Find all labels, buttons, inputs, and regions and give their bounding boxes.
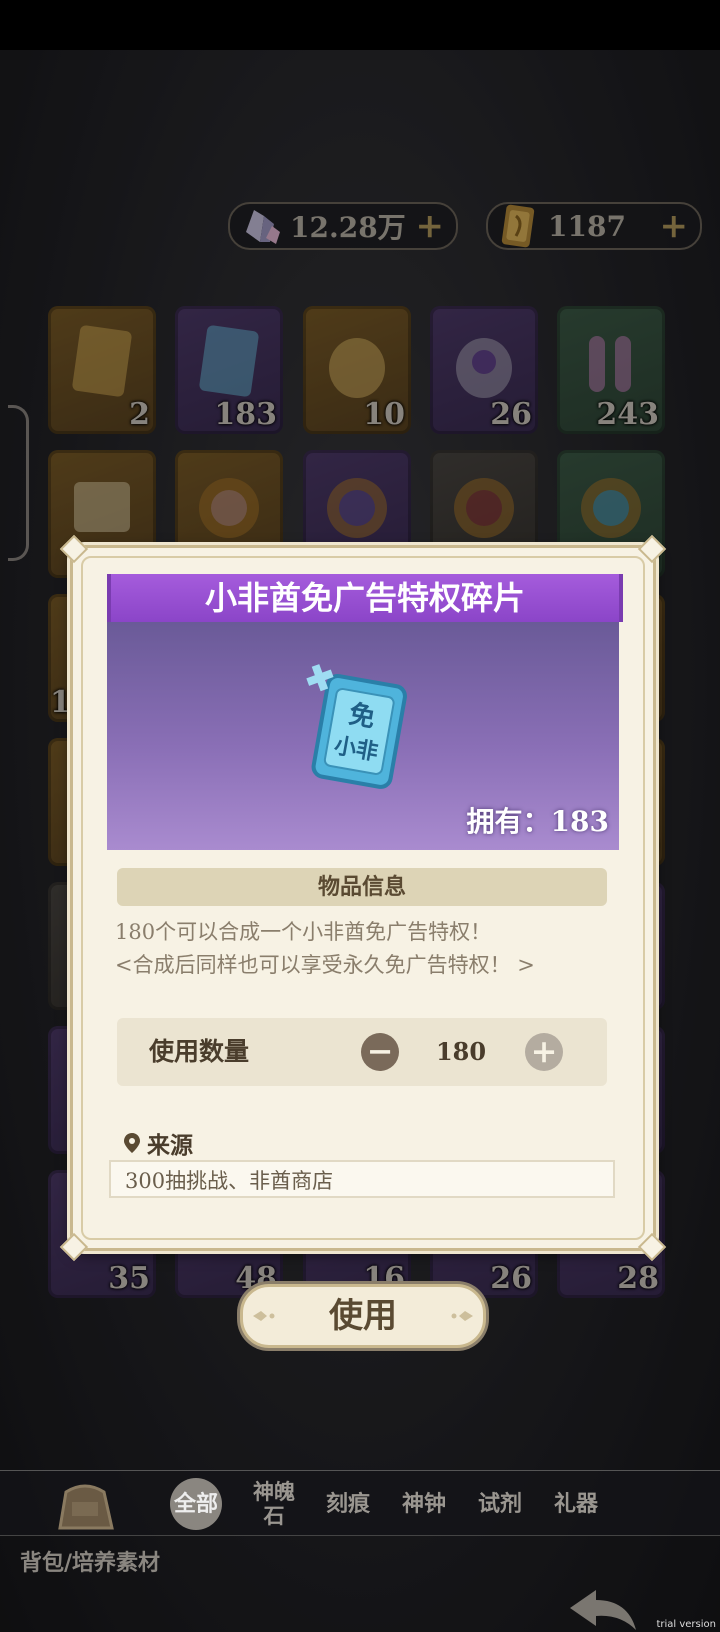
item-banner: 免 小非 拥有：183 — [107, 622, 619, 850]
tab-all[interactable]: 全部 — [170, 1478, 222, 1530]
source-label: 来源 — [123, 1126, 193, 1160]
tab-bell[interactable]: 神钟 — [396, 1480, 452, 1528]
tab-engraving[interactable]: 刻痕 — [320, 1480, 376, 1528]
quantity-value[interactable]: 180 — [417, 1018, 505, 1086]
svg-text:免: 免 — [346, 699, 377, 734]
increase-quantity-button[interactable]: + — [525, 1033, 563, 1071]
tab-soul-stone[interactable]: 神魄石 — [246, 1480, 302, 1528]
location-pin-icon — [124, 1133, 140, 1153]
item-detail-dialog: 小非酋免广告特权碎片 免 小非 拥有：183 物品信息 180个可以合成一个小非… — [59, 534, 667, 1262]
decrease-quantity-button[interactable]: − — [361, 1033, 399, 1071]
source-value: 300抽挑战、非酋商店 — [109, 1160, 615, 1198]
ornament-icon — [451, 1311, 473, 1321]
item-title: 小非酋免广告特权碎片 — [107, 574, 623, 622]
quantity-label: 使用数量 — [149, 1037, 250, 1066]
ornament-icon — [253, 1311, 275, 1321]
ad-free-fragment-icon: 免 小非 — [306, 664, 407, 789]
item-info-header: 物品信息 — [117, 868, 607, 906]
tab-reagent[interactable]: 试剂 — [472, 1480, 528, 1528]
tab-ritual-vessel[interactable]: 礼器 — [548, 1480, 604, 1528]
back-arrow-icon[interactable] — [566, 1586, 642, 1632]
breadcrumb: 背包/培养素材 — [20, 1550, 161, 1576]
quantity-stepper: 使用数量 − 180 + — [117, 1018, 607, 1086]
backpack-icon — [58, 1484, 114, 1530]
owned-count: 拥有：183 — [466, 805, 609, 838]
use-button[interactable]: 使用 — [240, 1284, 486, 1348]
item-description: 180个可以合成一个小非酋免广告特权！ <合成后同样也可以享受永久免广告特权！ … — [115, 920, 535, 977]
watermark: trial version — [656, 1619, 716, 1630]
